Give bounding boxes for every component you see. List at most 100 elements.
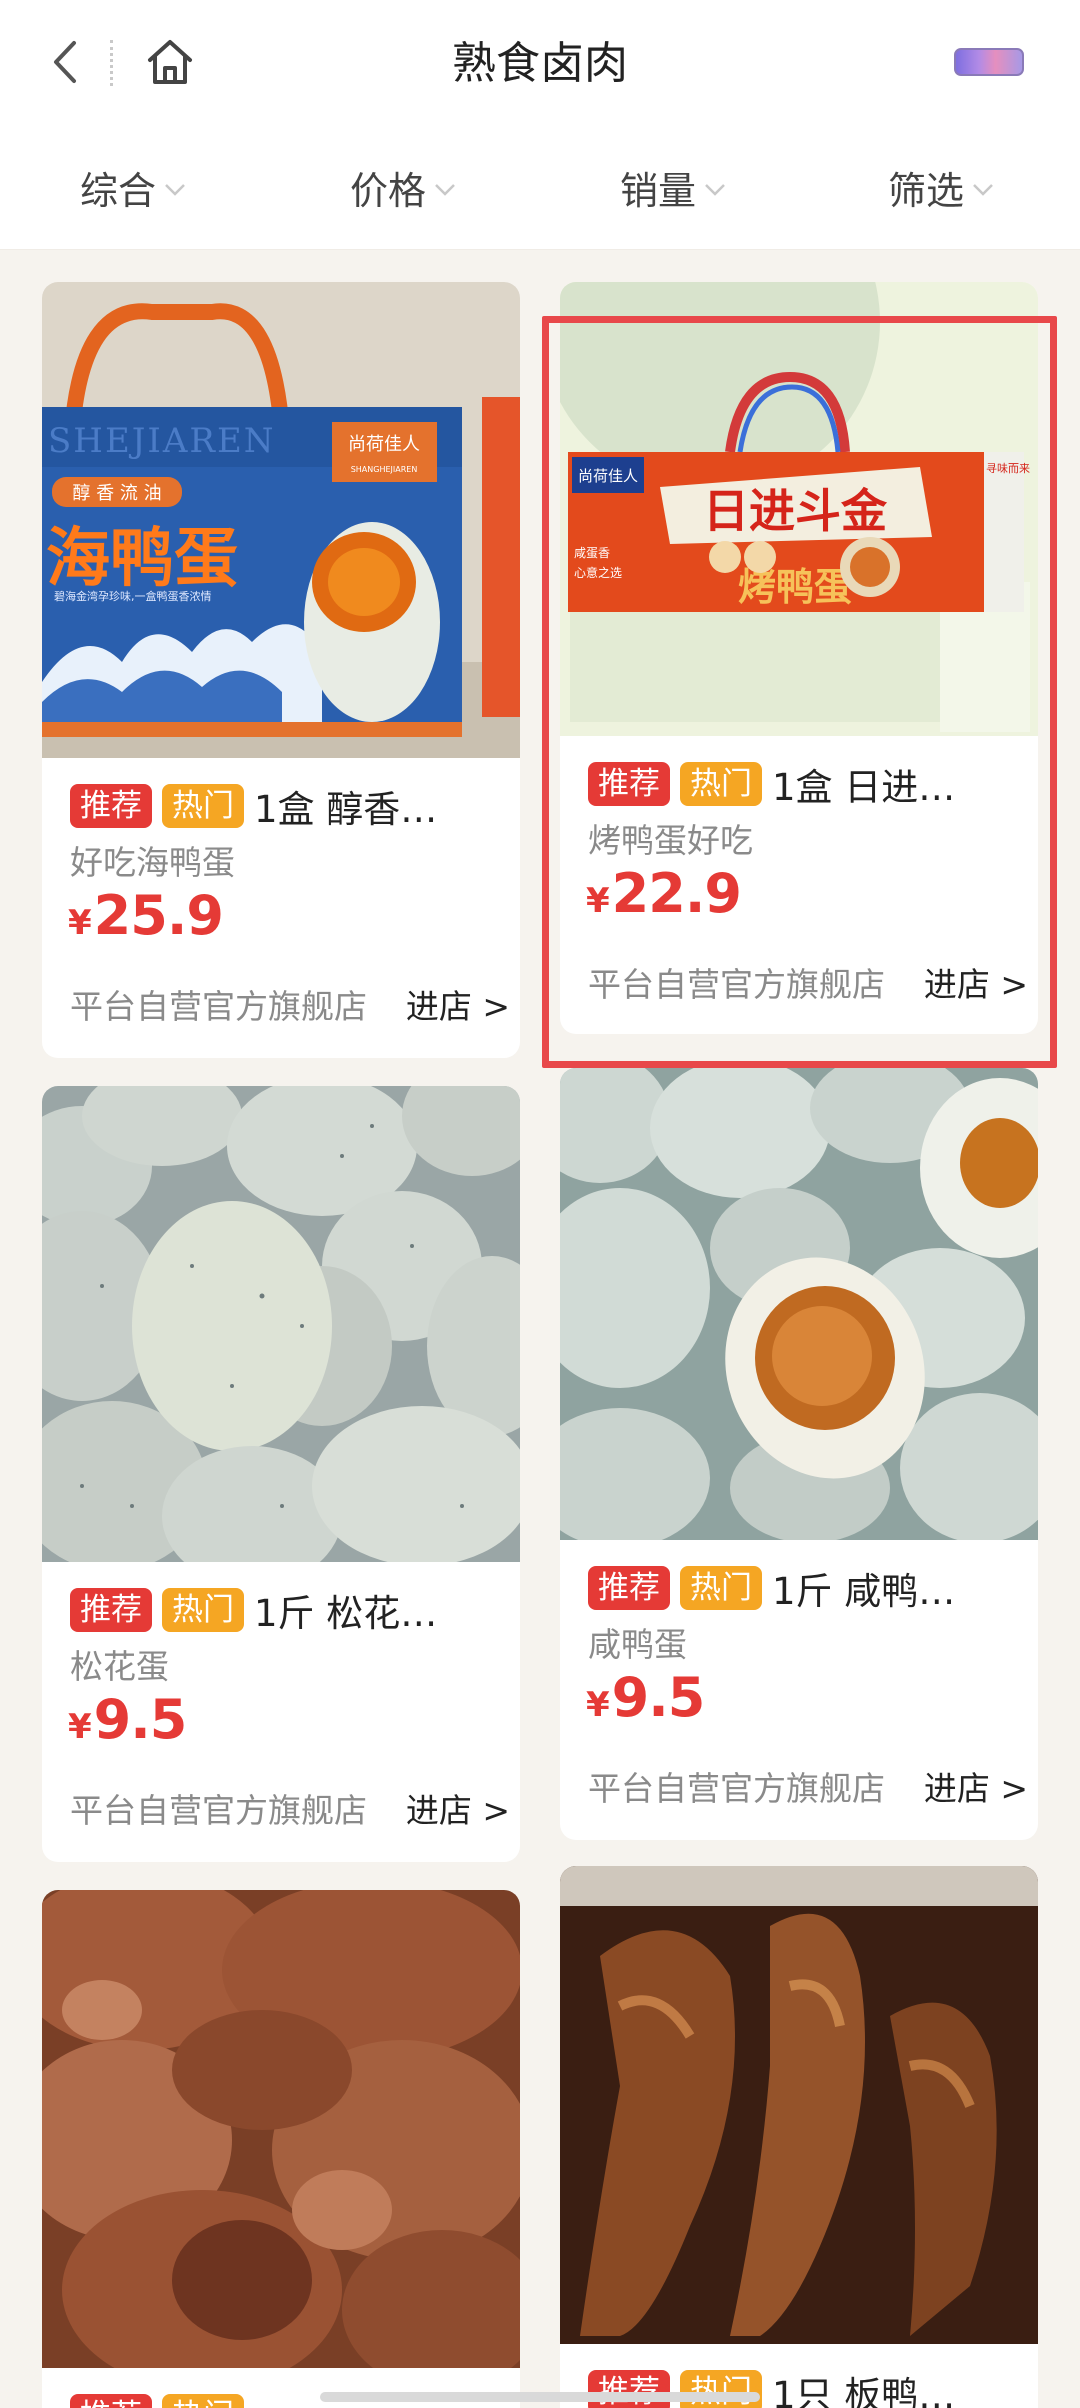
shop-name: 平台自营官方旗舰店 (70, 987, 367, 1026)
product-info: 推荐 热门 1盒 日进… 烤鸭蛋好吃 ¥ 22.9 平台自营官方旗舰店 进店 > (560, 736, 1038, 1034)
recommend-badge: 推荐 (70, 784, 152, 828)
box-bg-word: SHEJIAREN (48, 421, 276, 461)
shop-row: 平台自营官方旗舰店 进店 > (70, 980, 510, 1028)
chevron-down-icon (165, 184, 185, 196)
price-value: 22.9 (611, 862, 742, 925)
product-title: 1只 板鸭… (772, 2374, 956, 2408)
enter-shop-link[interactable]: 进店 > (924, 1762, 1028, 1810)
product-title: 1盒 日进… (772, 766, 956, 809)
product-price: ¥ 25.9 (68, 884, 224, 947)
product-card[interactable]: 推荐 热门 (42, 1890, 520, 2408)
shop-name: 平台自营官方旗舰店 (70, 1791, 367, 1830)
hot-badge: 热门 (162, 2394, 244, 2408)
sort-filter[interactable]: 筛选 (888, 155, 996, 219)
back-button[interactable] (40, 30, 90, 94)
hot-badge: 热门 (680, 762, 762, 806)
shop-row: 平台自营官方旗舰店 进店 > (588, 958, 1028, 1006)
shop-row: 平台自营官方旗舰店 进店 > (588, 1762, 1028, 1810)
price-value: 25.9 (93, 884, 224, 947)
sort-sales[interactable]: 销量 (620, 155, 728, 219)
product-title-row: 推荐 热门 1斤 咸鸭… (588, 1562, 1028, 1614)
product-photo: SHEJIAREN 尚荷佳人 SHANGHEJIAREN 醇 香 流 油 海鸭蛋… (42, 282, 520, 758)
box-brand-en: SHANGHEJIAREN (351, 465, 418, 474)
hot-badge: 热门 (680, 2370, 762, 2408)
chevron-left-icon (54, 41, 76, 83)
chevron-down-icon (705, 184, 725, 196)
product-info: 推荐 热门 (42, 2368, 520, 2408)
product-price: ¥ 22.9 (586, 862, 742, 925)
product-price: ¥ 9.5 (586, 1666, 706, 1729)
recommend-badge: 推荐 (588, 2370, 670, 2408)
chevron-down-icon (973, 184, 993, 196)
more-pill-icon[interactable] (954, 48, 1024, 76)
box-left-note-2: 心意之选 (574, 565, 622, 580)
recommend-badge: 推荐 (70, 1588, 152, 1632)
box-headline: 日进斗金 (703, 484, 888, 538)
product-image (560, 1068, 1038, 1540)
product-photo (42, 1890, 520, 2368)
enter-shop-link[interactable]: 进店 > (924, 958, 1028, 1006)
currency-symbol: ¥ (586, 1685, 610, 1725)
sort-comprehensive[interactable]: 综合 (80, 155, 188, 219)
sort-bar: 综合 价格 销量 筛选 (0, 125, 1080, 250)
sort-price[interactable]: 价格 (350, 155, 458, 219)
hot-badge: 热门 (162, 1588, 244, 1632)
product-info: 推荐 热门 1斤 咸鸭… 咸鸭蛋 ¥ 9.5 平台自营官方旗舰店 进店 > (560, 1540, 1038, 1840)
home-indicator (320, 2392, 760, 2402)
home-button[interactable] (140, 30, 200, 94)
product-card[interactable]: 推荐 热门 1斤 松花… 松花蛋 ¥ 9.5 平台自营官方旗舰店 进店 > (42, 1086, 520, 1862)
sort-label: 价格 (350, 168, 427, 213)
product-card[interactable]: 推荐 热门 1斤 咸鸭… 咸鸭蛋 ¥ 9.5 平台自营官方旗舰店 进店 > (560, 1068, 1038, 1840)
product-subtitle: 咸鸭蛋 (588, 1625, 687, 1664)
box-slogan: 醇 香 流 油 (72, 483, 161, 504)
product-image (42, 1086, 520, 1562)
box-small-text: 碧海金湾孕珍味,一盒鸭蛋香浓情 (54, 589, 212, 603)
box-product-name: 海鸭蛋 (46, 522, 238, 596)
recommend-badge: 推荐 (588, 1566, 670, 1610)
recommend-badge: 推荐 (588, 762, 670, 806)
product-photo (560, 1866, 1038, 2344)
product-photo: 尚荷佳人 日进斗金 烤鸭蛋 咸蛋香 心意之选 寻味而来 (560, 282, 1038, 736)
product-title: 1斤 松花… (254, 1592, 438, 1635)
product-title: 1斤 咸鸭… (772, 1570, 956, 1613)
top-nav-bar: 熟食卤肉 (0, 0, 1080, 125)
chevron-down-icon (435, 184, 455, 196)
product-image: SHEJIAREN 尚荷佳人 SHANGHEJIAREN 醇 香 流 油 海鸭蛋… (42, 282, 520, 758)
product-subtitle: 好吃海鸭蛋 (70, 843, 235, 882)
product-image (42, 1890, 520, 2368)
shop-name: 平台自营官方旗舰店 (588, 965, 885, 1004)
page-title: 熟食卤肉 (452, 38, 628, 89)
product-image: 尚荷佳人 日进斗金 烤鸭蛋 咸蛋香 心意之选 寻味而来 (560, 282, 1038, 736)
product-title-row: 推荐 热门 1盒 日进… (588, 758, 1028, 810)
product-subtitle: 松花蛋 (70, 1647, 169, 1686)
hot-badge: 热门 (162, 784, 244, 828)
product-title: 1盒 醇香… (254, 788, 438, 831)
sort-label: 筛选 (888, 168, 965, 213)
product-price: ¥ 9.5 (68, 1688, 187, 1751)
product-info: 推荐 热门 1盒 醇香… 好吃海鸭蛋 ¥ 25.9 平台自营官方旗舰店 进店 > (42, 758, 520, 1058)
product-photo (560, 1068, 1038, 1540)
product-photo (42, 1086, 520, 1562)
product-title-row: 推荐 热门 1盒 醇香… (70, 780, 510, 832)
hot-badge: 热门 (680, 1566, 762, 1610)
shop-name: 平台自营官方旗舰店 (588, 1769, 885, 1808)
home-icon (148, 40, 192, 84)
product-image (560, 1866, 1038, 2344)
currency-symbol: ¥ (68, 903, 92, 943)
product-card[interactable]: 推荐 热门 1只 板鸭… (560, 1866, 1038, 2408)
currency-symbol: ¥ (586, 881, 610, 921)
product-subtitle: 烤鸭蛋好吃 (588, 821, 753, 860)
enter-shop-link[interactable]: 进店 > (406, 980, 510, 1028)
sort-label: 综合 (80, 168, 157, 213)
shop-row: 平台自营官方旗舰店 进店 > (70, 1784, 510, 1832)
box-brand: 尚荷佳人 (578, 467, 638, 485)
product-info: 推荐 热门 1斤 松花… 松花蛋 ¥ 9.5 平台自营官方旗舰店 进店 > (42, 1562, 520, 1862)
box-brand: 尚荷佳人 (348, 434, 420, 455)
product-card[interactable]: 尚荷佳人 日进斗金 烤鸭蛋 咸蛋香 心意之选 寻味而来 推荐 热门 1盒 日进…… (560, 282, 1038, 1034)
enter-shop-link[interactable]: 进店 > (406, 1784, 510, 1832)
currency-symbol: ¥ (68, 1707, 92, 1747)
product-card[interactable]: SHEJIAREN 尚荷佳人 SHANGHEJIAREN 醇 香 流 油 海鸭蛋… (42, 282, 520, 1058)
recommend-badge: 推荐 (70, 2394, 152, 2408)
box-left-note: 咸蛋香 (574, 546, 610, 560)
price-value: 9.5 (611, 1666, 706, 1729)
